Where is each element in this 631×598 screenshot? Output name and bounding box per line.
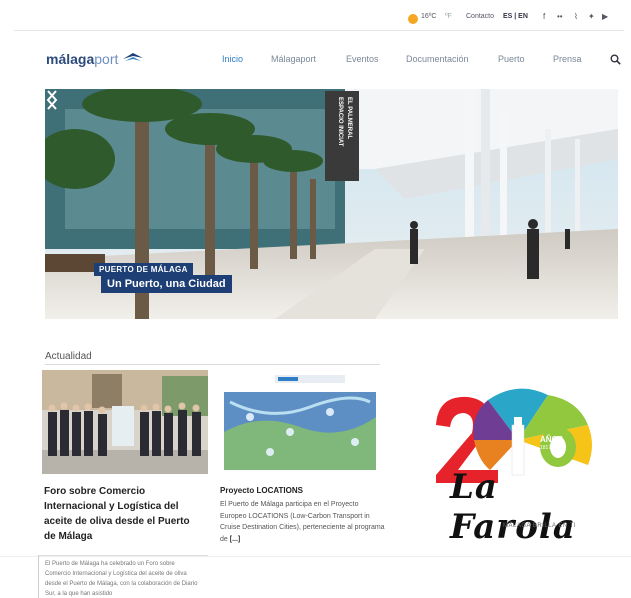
flickr-icon[interactable]: •• bbox=[557, 12, 563, 21]
logo-text-malaga: málaga bbox=[46, 51, 95, 67]
news-card-2-text: El Puerto de Málaga participa en el Proy… bbox=[220, 499, 385, 545]
temperature-celsius[interactable]: 16ºC bbox=[421, 13, 436, 20]
forum-photo bbox=[42, 370, 208, 474]
language-switcher[interactable]: ES | EN bbox=[503, 13, 528, 20]
read-more-link[interactable]: [...] bbox=[230, 536, 241, 543]
nav-item-inicio[interactable]: Inicio bbox=[222, 54, 243, 64]
la-farola-tagline: MÁLAGA BRILLA EN TI bbox=[503, 523, 577, 529]
news-card-2-image[interactable] bbox=[220, 372, 380, 474]
banner-line-1: EL PALMERAL bbox=[346, 97, 352, 140]
la-farola-wordmark[interactable]: La Farola bbox=[450, 467, 631, 547]
news-card-1-excerpt: El Puerto de Málaga ha celebrado un Foro… bbox=[38, 555, 208, 598]
contact-link[interactable]: Contacto bbox=[466, 13, 494, 20]
palmeral-banner-text: EL PALMERAL ESPACIO INICIAT bbox=[335, 97, 353, 177]
hero-slider[interactable]: EL PALMERAL ESPACIO INICIAT PUERTO DE MÁ… bbox=[45, 89, 618, 319]
news-section-title: Actualidad bbox=[45, 351, 92, 362]
news-card-2-title[interactable]: Proyecto LOCATIONS bbox=[220, 486, 380, 495]
news-card-1-title[interactable]: Foro sobre Comercio Internacional y Logí… bbox=[44, 484, 204, 544]
slider-next-icon[interactable] bbox=[45, 89, 59, 111]
logo-text-port: port bbox=[94, 51, 119, 67]
nav-item-malagaport[interactable]: Málagaport bbox=[271, 54, 316, 64]
facebook-icon[interactable]: f bbox=[543, 12, 545, 21]
rss-icon[interactable]: ⌇ bbox=[574, 12, 578, 21]
nav-item-prensa[interactable]: Prensa bbox=[553, 54, 582, 64]
farola-years-label: AÑOS bbox=[540, 435, 564, 444]
site-header: málagaport Inicio Málagaport Eventos Doc… bbox=[14, 30, 624, 78]
nav-item-documentacion[interactable]: Documentación bbox=[406, 54, 469, 64]
search-icon[interactable] bbox=[610, 54, 621, 65]
utility-bar: 16ºC ºF Contacto ES | EN f •• ⌇ ✦ ▶ bbox=[0, 10, 631, 28]
logo-wave-icon bbox=[123, 53, 143, 61]
youtube-icon[interactable]: ▶ bbox=[602, 12, 608, 21]
banner-line-2: ESPACIO INICIAT bbox=[337, 97, 343, 147]
twitter-icon[interactable]: ✦ bbox=[588, 12, 595, 21]
temperature-fahrenheit-toggle[interactable]: ºF bbox=[445, 13, 452, 20]
hero-title[interactable]: Un Puerto, una Ciudad bbox=[101, 275, 232, 293]
news-card-2-body: El Puerto de Málaga participa en el Proy… bbox=[220, 501, 385, 543]
sun-icon bbox=[408, 14, 418, 24]
section-divider bbox=[45, 364, 380, 365]
farola-years-range: 1817-2017 bbox=[540, 445, 564, 451]
news-card-1-image[interactable] bbox=[42, 370, 208, 474]
nav-item-puerto[interactable]: Puerto bbox=[498, 54, 525, 64]
site-logo[interactable]: málagaport bbox=[46, 51, 118, 67]
nav-item-eventos[interactable]: Eventos bbox=[346, 54, 379, 64]
locations-map-image bbox=[220, 372, 380, 474]
